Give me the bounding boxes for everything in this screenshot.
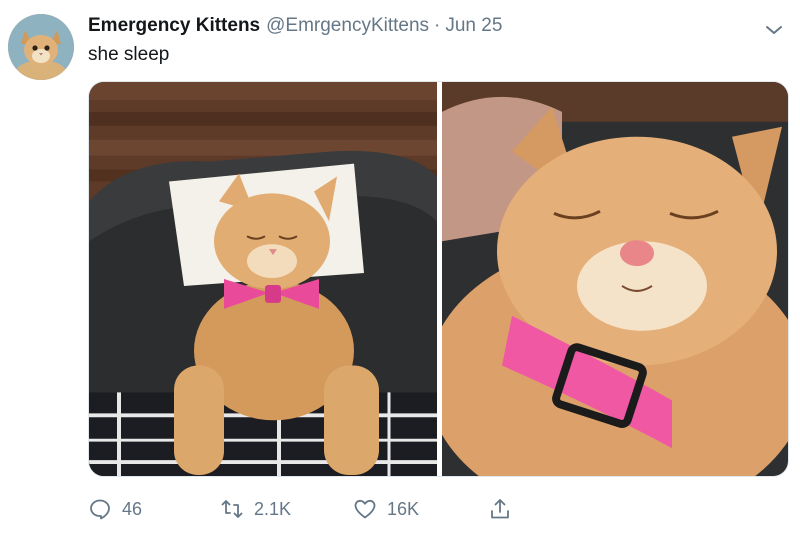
reply-button[interactable]: 46 (88, 494, 142, 524)
reply-count: 46 (122, 498, 143, 519)
tweet-text: she sleep (88, 44, 170, 65)
tweet[interactable]: Emergency Kittens @EmrgencyKittens · Jun… (0, 0, 800, 538)
tweet-menu-button[interactable] (762, 18, 786, 42)
author-name[interactable]: Emergency Kittens (88, 15, 260, 37)
tweet-actions: 46 2.1K 16K (88, 494, 548, 524)
tweet-header: Emergency Kittens @EmrgencyKittens · Jun… (88, 15, 502, 37)
separator-dot: · (434, 15, 441, 36)
photo-kitten-closeup[interactable] (442, 82, 788, 476)
media-grid (88, 81, 789, 477)
chevron-down-icon (766, 26, 782, 34)
retweet-icon (221, 500, 243, 518)
share-icon (491, 499, 509, 519)
photo-kitten-bowtie[interactable] (89, 82, 437, 476)
heart-icon (354, 499, 376, 519)
retweet-button[interactable]: 2.1K (220, 494, 291, 524)
author-handle[interactable]: @EmrgencyKittens (266, 15, 429, 37)
avatar[interactable] (8, 14, 74, 80)
reply-icon (90, 499, 110, 520)
retweet-count: 2.1K (254, 498, 292, 519)
like-count: 16K (387, 498, 420, 519)
share-button[interactable] (488, 494, 512, 524)
tweet-date[interactable]: Jun 25 (445, 15, 502, 37)
like-button[interactable]: 16K (353, 494, 419, 524)
